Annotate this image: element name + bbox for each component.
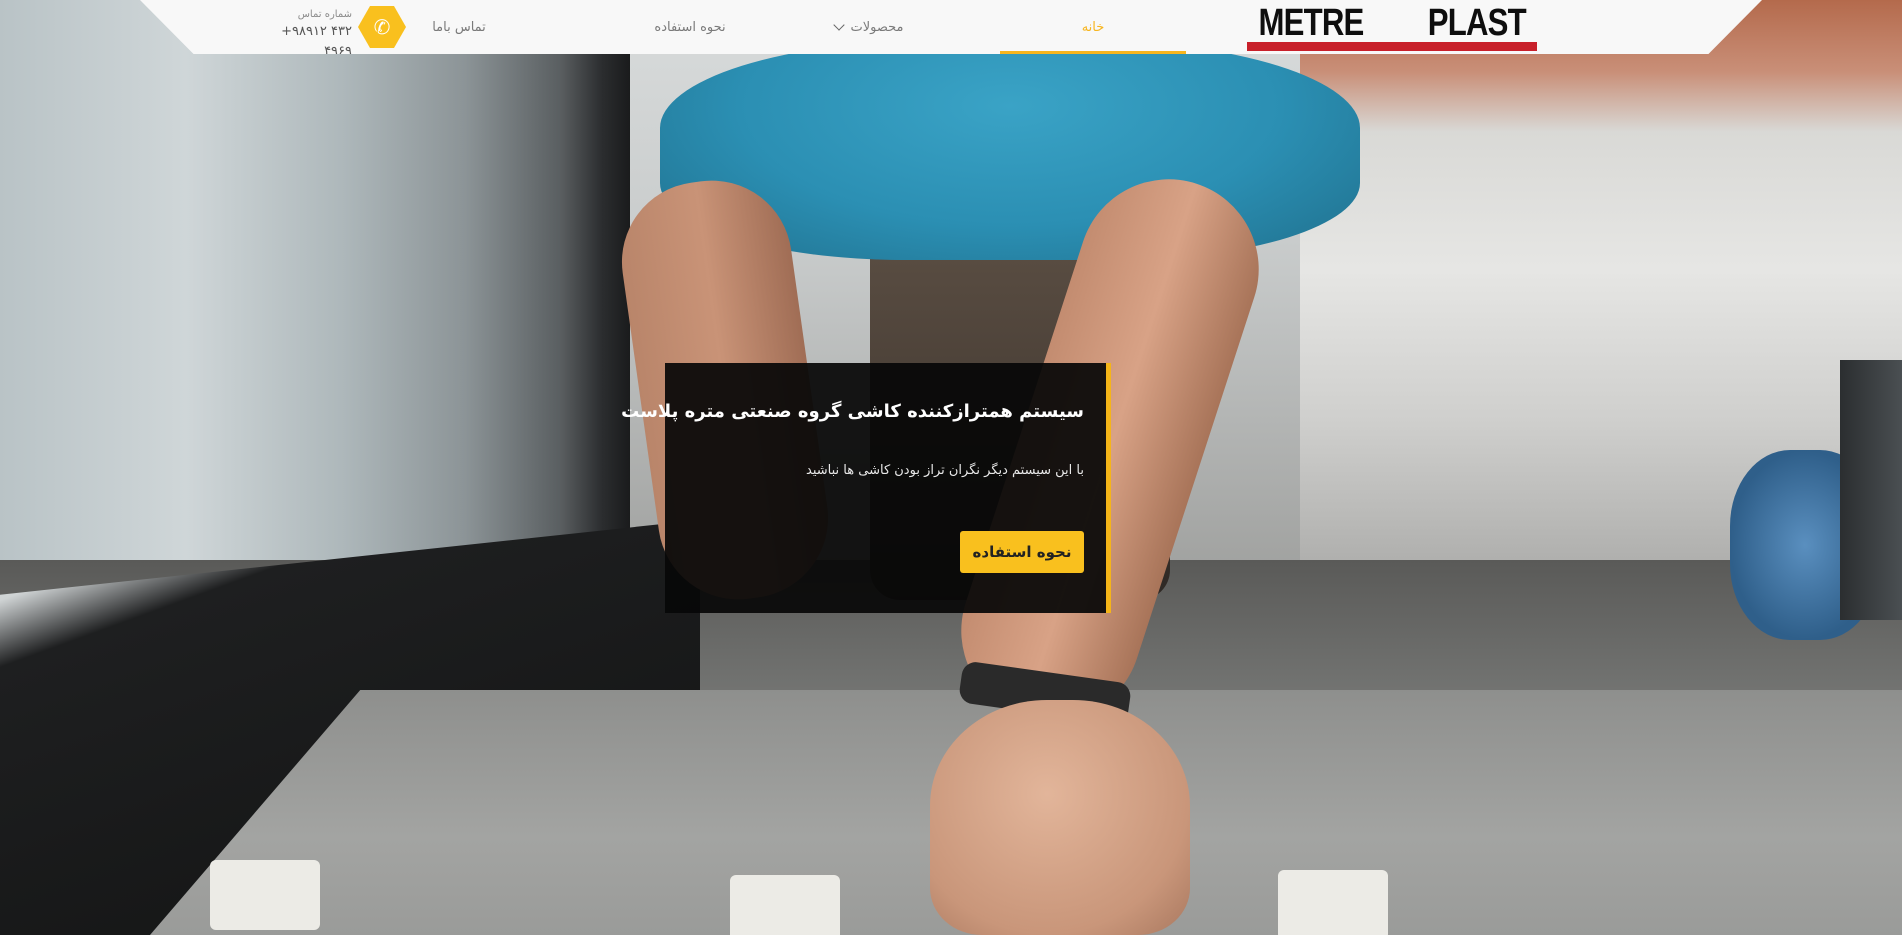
nav-item-usage-label: نحوه استفاده xyxy=(654,19,726,35)
worker-hand xyxy=(930,700,1190,935)
nav-item-home[interactable]: خانه xyxy=(1000,0,1186,54)
top-navigation-bar: METRE PLAST خانه محصولات نحوه استفاده تم… xyxy=(140,0,1762,54)
chevron-down-icon xyxy=(832,18,845,31)
nav-item-usage[interactable]: نحوه استفاده xyxy=(635,0,745,54)
usage-button[interactable]: نحوه استفاده xyxy=(960,531,1084,573)
phone-contact: شماره تماس +۹۸۹۱۲ ۴۳۲ ۴۹۶۹ xyxy=(252,8,352,54)
nav-item-products[interactable]: محصولات xyxy=(794,0,944,54)
logo-red-bar xyxy=(1247,42,1537,51)
hero-title: سیستم همترازکننده کاشی گروه صنعتی متره پ… xyxy=(621,401,1084,422)
logo-word-metre: METRE xyxy=(1258,2,1365,44)
window-frame xyxy=(560,0,630,560)
nav-item-contact-label: تماس باما xyxy=(432,19,486,35)
tile-spacer xyxy=(1278,870,1388,935)
phone-icon: ✆ xyxy=(373,15,391,39)
phone-label: شماره تماس xyxy=(297,9,352,20)
tile-spacer xyxy=(730,875,840,935)
phone-call-button[interactable]: ✆ xyxy=(358,6,406,48)
hero-card: سیستم همترازکننده کاشی گروه صنعتی متره پ… xyxy=(621,363,1111,613)
nav-item-home-label: خانه xyxy=(1081,19,1105,35)
logo-word-plast: PLAST xyxy=(1428,2,1527,44)
site-logo[interactable]: METRE PLAST xyxy=(1247,2,1537,52)
hero-subtitle: با این سیستم دیگر نگران تراز بودن کاشی ه… xyxy=(806,463,1084,478)
nav-item-contact[interactable]: تماس باما xyxy=(404,0,514,54)
tile-spacer xyxy=(210,860,320,930)
bucket xyxy=(1840,360,1902,620)
nav-item-products-label: محصولات xyxy=(850,19,904,35)
active-underline xyxy=(1000,51,1186,54)
